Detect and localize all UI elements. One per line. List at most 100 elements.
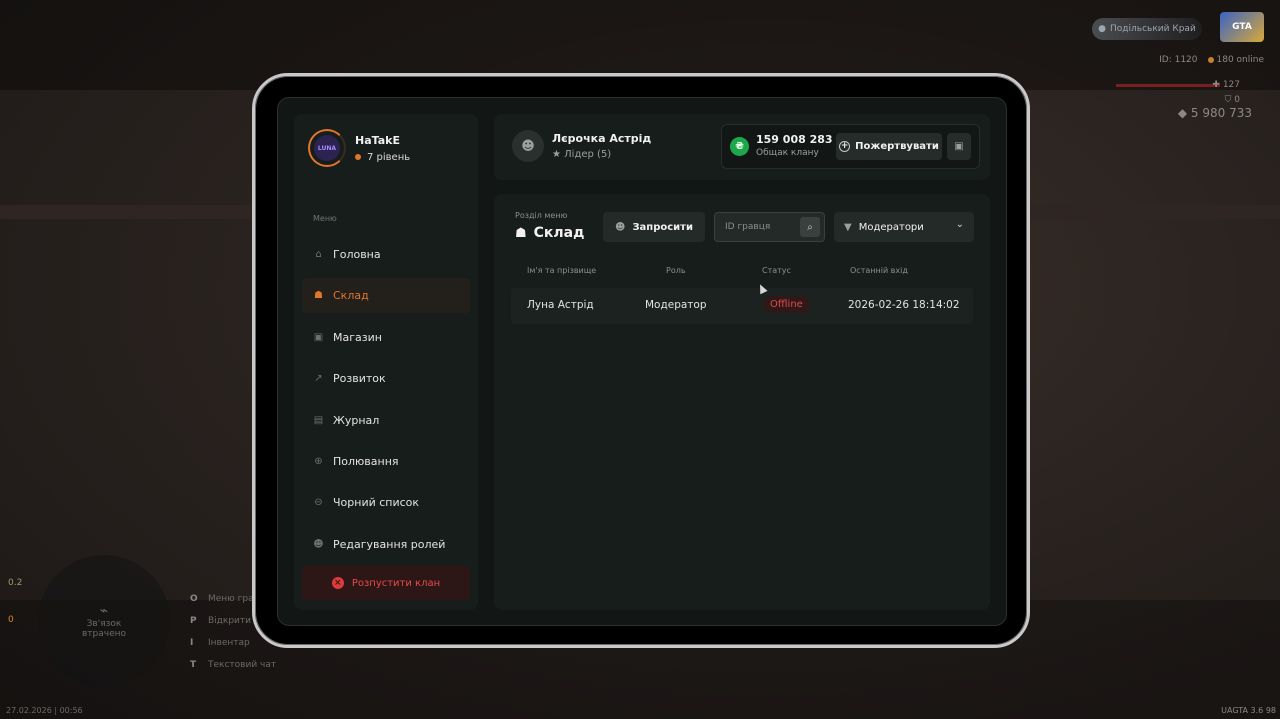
member-role: Модератор xyxy=(645,299,707,311)
armor-value: ⛉ 0 xyxy=(1224,95,1240,105)
blocked-icon: ⊖ xyxy=(314,497,323,509)
money-value: ◆ 5 980 733 xyxy=(1177,106,1252,120)
invite-button[interactable]: ☻ Запросити xyxy=(603,212,705,242)
add-user-icon: ☻ xyxy=(615,221,626,233)
clan-panel: LUNA HaTakE 7 рівень Меню ⌂ Головна ☗ Скла… xyxy=(277,97,1007,626)
status-badge: Offline xyxy=(763,296,810,313)
donate-label: Пожертвувати xyxy=(855,141,939,152)
server-name: Подільський Край xyxy=(1110,24,1196,34)
leader-role-text: Лідер (5) xyxy=(564,149,612,160)
online-count: 180 online xyxy=(1216,55,1265,65)
level-dot-icon xyxy=(355,154,361,160)
members-icon: ☗ xyxy=(314,290,323,302)
crosshair-icon: ⊕ xyxy=(314,455,323,467)
sidebar-item-shop[interactable]: ▣ Магазин xyxy=(302,320,470,355)
profile: LUNA HaTakE 7 рівень xyxy=(308,129,410,167)
side-stat-2: 0 xyxy=(8,615,14,625)
clan-header: ☻ Лєрочка Астрід ★ Лідер (5) ₴ 159 008 2… xyxy=(494,114,990,180)
page-title: ☗ Склад xyxy=(515,225,584,241)
sidebar-item-label: Склад xyxy=(333,289,369,303)
player-id: ID: 1120 xyxy=(1159,55,1198,65)
avatar: LUNA xyxy=(308,129,346,167)
hint-row: T Текстовий чат xyxy=(190,654,276,676)
minimap-text: Зв'язок втрачено xyxy=(81,619,127,639)
search-icon: ⌕ xyxy=(807,221,813,233)
close-icon: × xyxy=(331,577,344,589)
home-icon: ⌂ xyxy=(315,249,322,260)
journal-icon: ▤ xyxy=(313,414,324,426)
shop-icon: ▣ xyxy=(313,331,324,343)
avatar-image: LUNA xyxy=(314,135,340,161)
signal-icon: ⌁ xyxy=(99,603,109,619)
currency-icon: ₴ xyxy=(730,137,749,156)
sidebar-item-home[interactable]: ⌂ Головна xyxy=(302,237,470,272)
column-header-status: Статус xyxy=(762,266,791,275)
fund-label: Общак клану xyxy=(756,148,819,158)
dissolve-clan-label: Розпустити клан xyxy=(351,577,441,589)
datetime: 27.02.2026 | 00:56 xyxy=(6,706,83,715)
leader-name: Лєрочка Астрід xyxy=(552,132,652,145)
health-bar xyxy=(1116,84,1220,87)
minimap: ⌁ Зв'язок втрачено xyxy=(38,555,170,687)
sidebar-item-roles[interactable]: ☻ Редагування ролей xyxy=(302,527,470,562)
hint-key: O xyxy=(190,594,198,604)
chart-icon: ↗ xyxy=(314,373,323,385)
menu-caption: Меню xyxy=(313,214,337,223)
search-field: ⌕ xyxy=(714,212,825,242)
online-count-wrap: 180 online xyxy=(1207,55,1265,65)
plus-icon: + xyxy=(839,141,851,152)
donate-button[interactable]: + Пожертвувати xyxy=(836,133,942,160)
hint-label: Інвентар xyxy=(208,638,250,648)
page-title-text: Склад xyxy=(533,225,585,241)
version: UAGTA 3.6 98 xyxy=(1221,706,1276,715)
side-stat-1: 0.2 xyxy=(8,578,23,588)
member-name: Луна Астрід xyxy=(527,299,594,311)
money-number: 5 980 733 xyxy=(1190,106,1252,120)
sidebar-item-label: Полювання xyxy=(333,454,399,468)
sidebar-item-hunting[interactable]: ⊕ Полювання xyxy=(302,444,470,479)
sidebar-item-label: Магазин xyxy=(333,330,382,344)
box-button[interactable]: ▣ xyxy=(947,133,971,160)
leader-role: ★ Лідер (5) xyxy=(552,149,651,160)
leader-info: ☻ Лєрочка Астрід ★ Лідер (5) xyxy=(512,130,651,162)
online-dot-icon xyxy=(1207,56,1214,63)
version-text: UAGTA 3.6 xyxy=(1221,706,1264,715)
hint-key: T xyxy=(190,660,197,670)
server-badge: ● Подільський Край xyxy=(1092,18,1202,40)
sidebar-item-warehouse[interactable]: ☗ Склад xyxy=(302,278,470,314)
sidebar: LUNA HaTakE 7 рівень Меню ⌂ Головна ☗ Скла… xyxy=(294,114,478,610)
search-button[interactable]: ⌕ xyxy=(800,217,820,237)
sidebar-item-label: Редагування ролей xyxy=(333,537,446,551)
star-icon: ★ xyxy=(552,149,561,160)
user-icon: ☻ xyxy=(512,130,544,162)
armor-number: 0 xyxy=(1234,95,1240,105)
fund-value: 159 008 283 xyxy=(756,133,833,146)
chevron-down-icon: ⌄ xyxy=(955,219,964,230)
table-row[interactable]: Луна Астрід Модератор Offline 2026-02-26… xyxy=(511,288,973,324)
sidebar-item-label: Головна xyxy=(333,248,381,261)
user-edit-icon: ☻ xyxy=(313,538,324,550)
column-header-role: Роль xyxy=(666,266,686,275)
sidebar-item-development[interactable]: ↗ Розвиток xyxy=(302,361,470,396)
column-header-last-login: Останній вхід xyxy=(850,266,908,275)
clan-fund: ₴ 159 008 283 Общак клану + Пожертвувати… xyxy=(721,124,980,169)
health-value: ✚ 127 xyxy=(1212,80,1240,90)
server-dot-icon: ● xyxy=(1098,24,1107,34)
health-number: 127 xyxy=(1222,80,1240,90)
sidebar-item-journal[interactable]: ▤ Журнал xyxy=(302,403,470,438)
game-logo: GTA xyxy=(1220,12,1264,42)
sidebar-item-blacklist[interactable]: ⊖ Чорний список xyxy=(302,485,470,520)
tablet-frame: LUNA HaTakE 7 рівень Меню ⌂ Головна ☗ Скла… xyxy=(252,73,1030,648)
profile-name: HaTakE xyxy=(355,133,400,147)
role-filter-select[interactable]: ▼ Модератори ⌄ xyxy=(834,212,974,242)
sidebar-item-label: Журнал xyxy=(333,413,380,427)
members-icon: ☗ xyxy=(515,225,527,241)
search-input[interactable] xyxy=(715,213,799,241)
hint-label: Відкрити xyxy=(208,616,251,626)
version-extra: 98 xyxy=(1265,706,1276,715)
box-icon: ▣ xyxy=(954,141,964,152)
member-last-login: 2026-02-26 18:14:02 xyxy=(848,299,960,311)
dissolve-clan-button[interactable]: × Розпустити клан xyxy=(302,566,470,600)
hint-key: P xyxy=(190,616,197,626)
hint-label: Текстовий чат xyxy=(208,660,277,670)
